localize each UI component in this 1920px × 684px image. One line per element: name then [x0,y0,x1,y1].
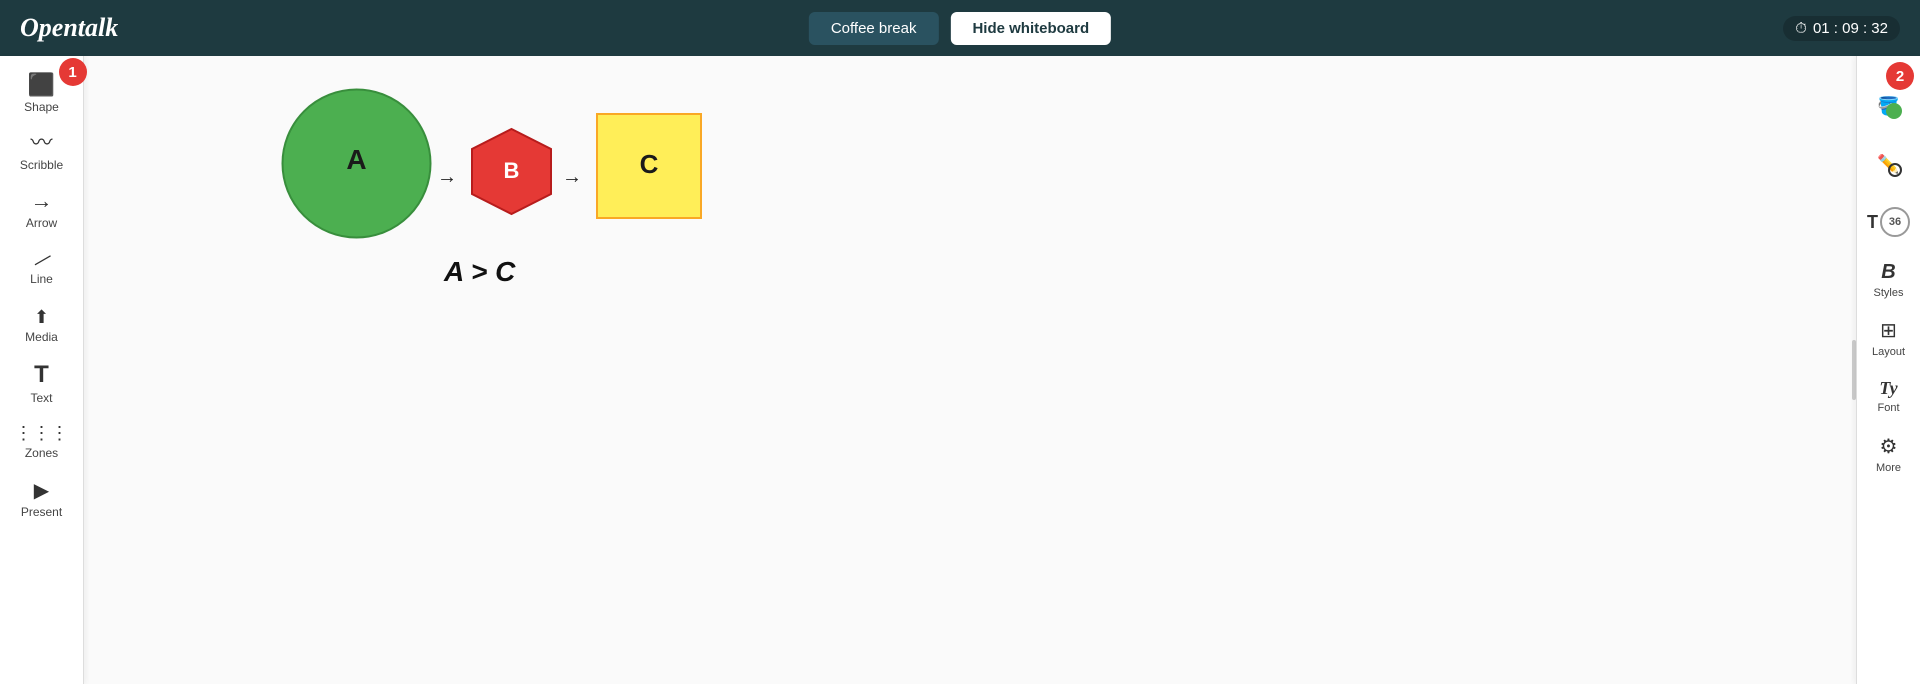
arrow-label: Arrow [26,216,57,230]
font-icon: Ty [1879,378,1897,399]
main-area: ⬛ Shape 1 〰 Scribble → Arrow ― Line ⬆ Me… [0,56,1920,684]
arrow-b-to-c: → [562,166,582,189]
styles-icon: B [1881,261,1895,284]
canvas-text-label: A > C [444,256,515,288]
font-size-tool[interactable]: T 36 [1861,194,1917,250]
more-tool[interactable]: ⚙ More [1861,426,1917,482]
zones-tool[interactable]: ⋮⋮⋮ Zones [5,414,79,470]
line-label: Line [30,272,53,286]
present-label: Present [21,505,62,519]
present-icon: ▶ [34,481,49,501]
layout-label: Layout [1872,346,1905,358]
line-tool[interactable]: ― Line [5,240,79,296]
shape-label: Shape [24,100,59,114]
scribble-tool[interactable]: 〰 Scribble [5,124,79,180]
font-tool[interactable]: Ty Font [1861,368,1917,424]
timer-icon: ⏱ [1795,20,1807,37]
media-label: Media [25,330,58,344]
styles-tool[interactable]: B Styles [1861,252,1917,308]
text-tool[interactable]: T Text [5,356,79,412]
shape-rect-c[interactable]: C [594,111,704,221]
present-tool[interactable]: ▶ Present [5,472,79,528]
arrow-tool[interactable]: → Arrow [5,182,79,238]
badge-2: 2 [1886,62,1914,90]
left-toolbar: ⬛ Shape 1 〰 Scribble → Arrow ― Line ⬆ Me… [0,56,84,684]
shape-tool-wrap: ⬛ Shape 1 [5,66,79,122]
logo: Opentalk [20,13,118,43]
stroke-tool[interactable]: ✏️ [1861,136,1917,192]
media-icon: ⬆ [34,308,49,326]
shape-hexagon-b[interactable]: B [464,124,559,219]
more-label: More [1876,462,1901,474]
layout-tool[interactable]: ⊞ Layout [1861,310,1917,366]
canvas-area[interactable]: A → B → C A > C [84,56,1856,684]
header: Opentalk Coffee break Hide whiteboard ⏱ … [0,0,1920,56]
more-icon: ⚙ [1880,434,1898,459]
svg-text:C: C [640,149,659,179]
scribble-label: Scribble [20,158,63,172]
timer-display: ⏱ 01 : 09 : 32 [1783,16,1900,41]
font-size-circle[interactable]: 36 [1880,207,1910,237]
text-label: Text [30,391,52,405]
timer-value: 01 : 09 : 32 [1813,20,1888,37]
layout-icon: ⊞ [1880,318,1897,343]
badge-1: 1 [59,58,87,86]
svg-text:B: B [504,158,520,183]
scribble-icon: 〰 [30,132,52,154]
media-tool[interactable]: ⬆ Media [5,298,79,354]
font-size-T-icon: T [1867,212,1878,233]
styles-label: Styles [1874,287,1904,299]
coffee-break-button[interactable]: Coffee break [809,12,939,45]
arrow-icon: → [31,190,53,212]
svg-text:A: A [346,144,366,175]
zones-icon: ⋮⋮⋮ [15,424,69,442]
header-center-buttons: Coffee break Hide whiteboard [809,12,1111,45]
font-label: Font [1877,402,1899,414]
arrow-a-to-b: → [437,166,457,189]
shape-icon: ⬛ [28,74,55,96]
text-icon: T [34,363,49,387]
zones-label: Zones [25,446,58,460]
hide-whiteboard-button[interactable]: Hide whiteboard [950,12,1111,45]
right-toolbar: 2 🪣 ✏️ T 36 B Styles [1856,56,1920,684]
shape-circle-a[interactable]: A [279,86,434,241]
line-icon: ― [29,247,54,272]
